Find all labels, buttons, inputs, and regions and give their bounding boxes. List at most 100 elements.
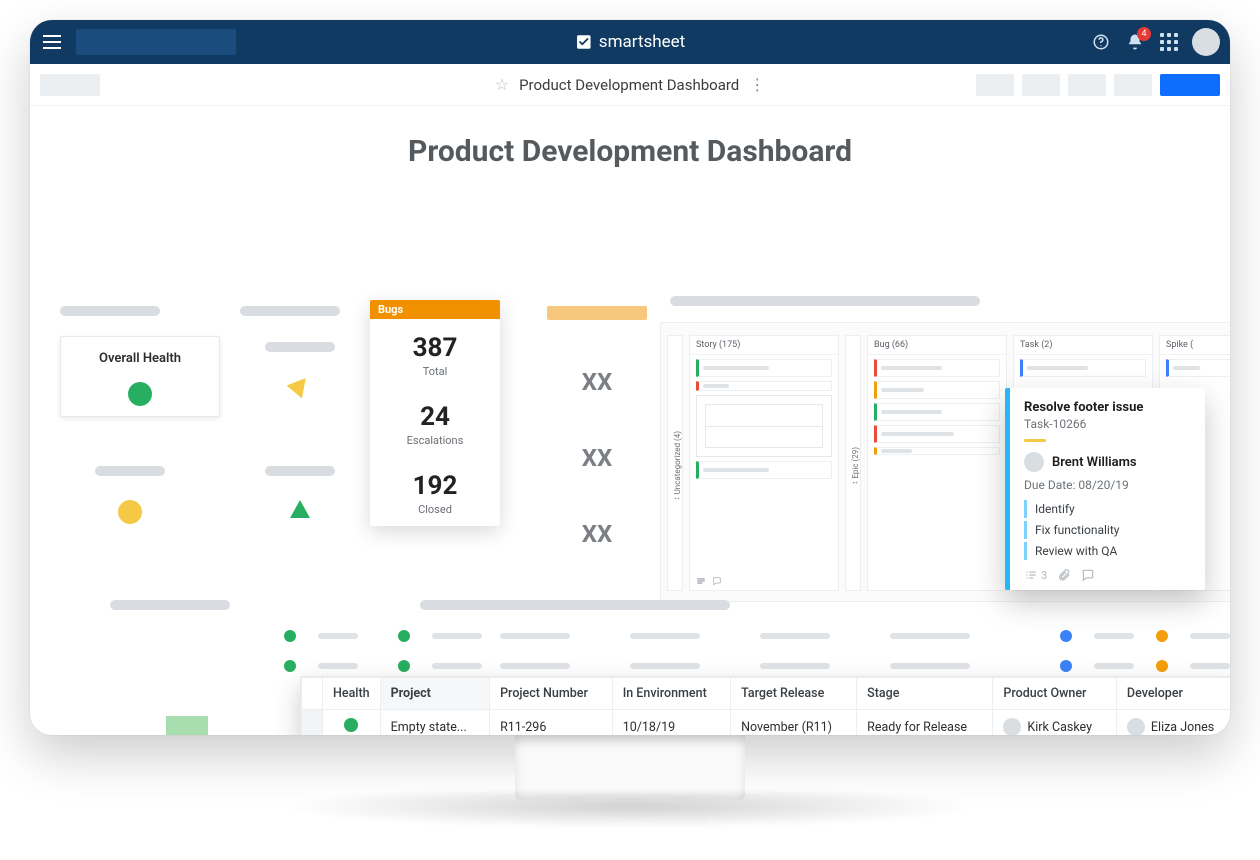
row-handle[interactable]: [302, 678, 323, 710]
task-footer: 3: [1024, 568, 1191, 582]
more-icon[interactable]: ⋮: [749, 77, 765, 93]
cell-environment[interactable]: 10/18/19: [612, 710, 730, 736]
cell-stage[interactable]: Ready for Release: [857, 710, 993, 736]
notification-badge: 4: [1137, 27, 1151, 41]
bugs-card[interactable]: Bugs 387 Total 24 Escalations 192 Closed: [370, 300, 500, 526]
overall-health-label: Overall Health: [73, 351, 207, 366]
avatar[interactable]: [1192, 28, 1220, 56]
board-card[interactable]: [1020, 359, 1146, 377]
monitor-stand: [515, 735, 745, 800]
topbar: smartsheet 4: [30, 20, 1230, 64]
task-due-date: Due Date: 08/20/19: [1024, 478, 1191, 492]
checklist-icon: [1024, 568, 1038, 582]
board-title-placeholder: [670, 296, 980, 306]
avatar: [1127, 718, 1145, 735]
logo-icon: [575, 33, 593, 51]
col-stage[interactable]: Stage: [857, 678, 993, 710]
breadcrumb-bar: ☆ Product Development Dashboard ⋮: [30, 64, 1230, 106]
metric-xx-3: XX: [582, 520, 612, 548]
subtask[interactable]: Identify: [1024, 500, 1191, 518]
col-developer[interactable]: Developer: [1116, 678, 1230, 710]
brand-logo: smartsheet: [575, 32, 685, 52]
bugs-closed-value: 192: [374, 471, 496, 501]
bugs-escalations-value: 24: [374, 402, 496, 432]
subtask[interactable]: Review with QA: [1024, 542, 1191, 560]
table-row[interactable]: Empty state... R11-296 10/18/19 November…: [302, 710, 1231, 736]
bugs-card-title: Bugs: [370, 300, 500, 319]
col-environment[interactable]: In Environment: [612, 678, 730, 710]
board-card[interactable]: [696, 395, 832, 457]
attachment-icon[interactable]: [1057, 568, 1071, 582]
avatar: [1003, 718, 1021, 735]
board-card[interactable]: [874, 447, 1000, 455]
table-header-row: Health Project Project Number In Environ…: [302, 678, 1231, 710]
health-dot-green: [128, 382, 152, 406]
col-project[interactable]: Project: [380, 678, 489, 710]
lane-uncategorized[interactable]: Uncategorized (4) ↕: [667, 335, 683, 591]
task-id: Task-10266: [1024, 417, 1191, 431]
board-card[interactable]: [696, 461, 832, 479]
sheet-row-placeholder: [280, 656, 1230, 676]
board-card[interactable]: [874, 403, 1000, 421]
avatar: [1024, 452, 1044, 472]
card-footer-icons: [696, 576, 722, 586]
monitor-shadow: [280, 792, 980, 828]
task-popover[interactable]: Resolve footer issue Task-10266 Brent Wi…: [1005, 388, 1205, 590]
cell-developer[interactable]: Eliza Jones: [1116, 710, 1230, 736]
overall-health-card[interactable]: Overall Health: [60, 336, 220, 417]
trend-arrow-up-green-icon: [290, 500, 310, 518]
placeholder-metrics: XX XX XX: [542, 306, 652, 572]
status-dot-yellow-icon: [118, 500, 142, 524]
comment-icon[interactable]: [1081, 568, 1095, 582]
col-health[interactable]: Health: [323, 678, 381, 710]
favorite-icon[interactable]: ☆: [495, 75, 509, 94]
breadcrumb-left-placeholder: [40, 74, 100, 96]
health-widgets: Overall Health: [60, 336, 360, 576]
cell-product-owner[interactable]: Kirk Caskey: [993, 710, 1117, 736]
row-handle[interactable]: [302, 710, 323, 736]
col-product-owner[interactable]: Product Owner: [993, 678, 1117, 710]
bugs-escalations-label: Escalations: [374, 434, 496, 447]
page-title: Product Development Dashboard: [30, 134, 1230, 169]
board-card[interactable]: [874, 381, 1000, 399]
col-project-number[interactable]: Project Number: [490, 678, 613, 710]
metric-xx-1: XX: [582, 368, 612, 396]
toolbar-placeholder: [1022, 74, 1060, 96]
board-card[interactable]: [874, 425, 1000, 443]
bugs-closed-label: Closed: [374, 503, 496, 516]
cell-target-release[interactable]: November (R11): [731, 710, 857, 736]
board-card[interactable]: [696, 381, 832, 391]
widget-header-placeholders: [60, 306, 350, 316]
toolbar-placeholder: [1114, 74, 1152, 96]
sheet-row-popup[interactable]: Health Project Project Number In Environ…: [300, 676, 1230, 735]
board-card[interactable]: [874, 359, 1000, 377]
help-icon[interactable]: [1090, 31, 1112, 53]
lane-bug[interactable]: Bug (66): [867, 335, 1007, 591]
toolbar-placeholder: [976, 74, 1014, 96]
sheet-row-placeholder: [280, 626, 1230, 646]
task-assignee: Brent Williams: [1024, 452, 1191, 472]
cell-project-number[interactable]: R11-296: [490, 710, 613, 736]
health-dot-green-icon: [344, 718, 358, 732]
toolbar-placeholder: [1068, 74, 1106, 96]
brand-text: smartsheet: [599, 32, 685, 52]
bugs-total-label: Total: [374, 365, 496, 378]
bugs-total-value: 387: [374, 333, 496, 363]
trend-arrow-up-yellow-icon: [287, 372, 314, 399]
subtask[interactable]: Fix functionality: [1024, 521, 1191, 539]
dashboard-canvas: Product Development Dashboard Overall He…: [30, 106, 1230, 735]
lane-story[interactable]: Story (175): [689, 335, 839, 591]
col-target-release[interactable]: Target Release: [731, 678, 857, 710]
app-window: smartsheet 4 ☆ Product Deve: [30, 20, 1230, 735]
board-card[interactable]: [1166, 359, 1230, 377]
search-input[interactable]: [76, 29, 236, 55]
main-menu-button[interactable]: [40, 30, 64, 54]
cell-project[interactable]: Empty state...: [380, 710, 489, 736]
board-card[interactable]: [696, 359, 832, 377]
page-breadcrumb-title: Product Development Dashboard: [519, 76, 739, 94]
primary-action-button[interactable]: [1160, 74, 1220, 96]
notifications-icon[interactable]: 4: [1124, 31, 1146, 53]
apps-icon[interactable]: [1158, 31, 1180, 53]
lane-epic[interactable]: Epic (29) ↕: [845, 335, 861, 591]
task-title: Resolve footer issue: [1024, 400, 1191, 415]
